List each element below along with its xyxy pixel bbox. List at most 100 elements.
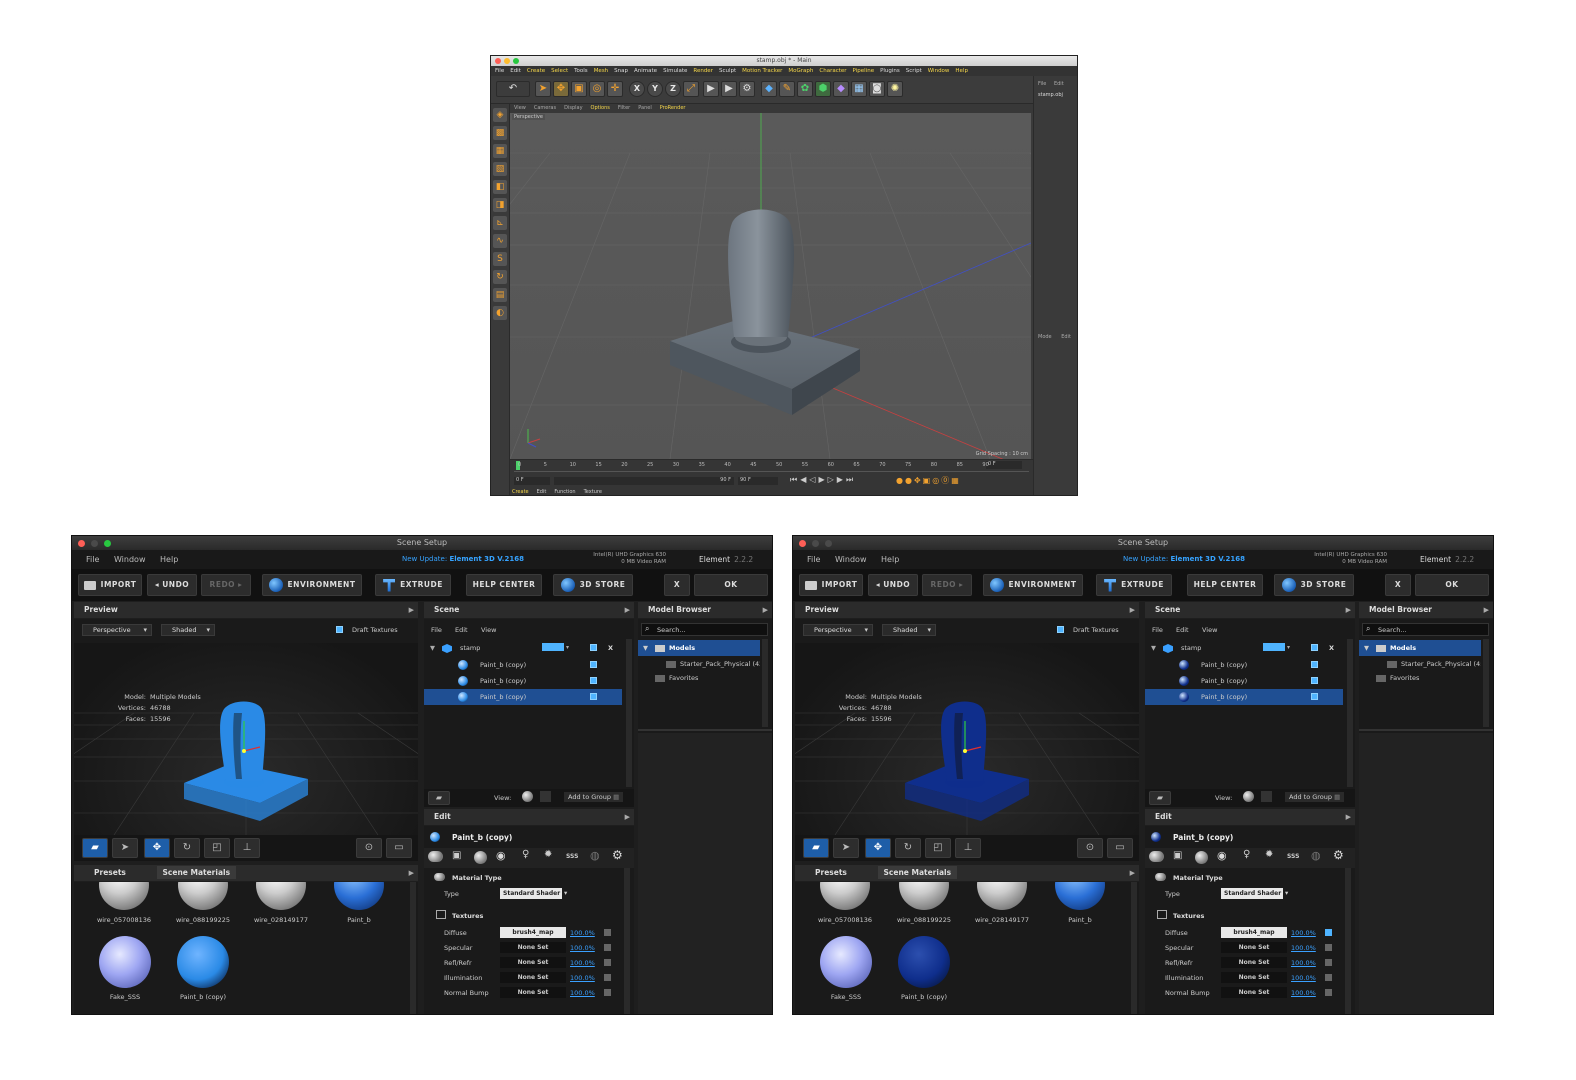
texture-slot[interactable]: None Set [500,987,566,998]
visibility-checkbox[interactable] [590,677,597,684]
favorites-folder[interactable]: Favorites [1359,670,1481,686]
menu-create[interactable]: Create [527,68,545,74]
scene-root-row[interactable]: ▼ stamp ▾ X [424,640,624,656]
scene-root-row[interactable]: ▼ stamp ▾ X [1145,640,1345,656]
visibility-checkbox[interactable] [1311,644,1318,651]
expand-arrow-icon[interactable]: ▼ [1364,640,1369,656]
texture-strength[interactable]: 100.0% [570,929,595,937]
folder-add-icon[interactable]: ▰ [1149,791,1171,805]
viewport-menu-cameras[interactable]: Cameras [534,105,556,111]
texture-strength[interactable]: 100.0% [1291,989,1316,997]
menu-animate[interactable]: Animate [634,68,657,74]
viewport-menu-options[interactable]: Options [591,105,610,111]
panel-arrow-icon[interactable]: ▶ [409,865,414,881]
edit-menu[interactable]: Edit [1054,81,1064,87]
browser-scrollbar[interactable] [1483,639,1489,727]
panel-arrow-icon[interactable]: ▶ [1484,602,1489,618]
render-view-icon[interactable]: ▶ [703,81,719,97]
material-wire1[interactable] [820,882,870,910]
visibility-checkbox[interactable] [590,661,597,668]
shading-dropdown[interactable]: Shaded [882,624,936,636]
menu-simulate[interactable]: Simulate [663,68,687,74]
search-input[interactable]: Search... [657,626,686,634]
close-dot[interactable] [78,540,85,547]
material-fake-sss[interactable] [99,936,151,988]
panel-arrow-icon[interactable]: ▶ [1130,865,1135,881]
type-dropdown[interactable]: Standard Shader [1221,888,1283,899]
extrude-button[interactable]: EXTRUDE [375,574,451,596]
scene-item-row-selected[interactable]: Paint_b (copy) [1145,689,1343,705]
tab-texture[interactable]: Texture [584,489,602,495]
texture-toggle[interactable] [604,989,611,996]
expand-arrow-icon[interactable]: ▼ [1151,640,1156,656]
type-dropdown-arrow-icon[interactable]: ▾ [564,889,567,897]
preview-viewport[interactable]: Model: Multiple Models Vertices: 46788 F… [74,643,418,835]
texture-slot[interactable]: None Set [1221,957,1287,968]
dropdown-arrow-icon[interactable]: ▾ [566,640,569,656]
minimize-dot[interactable] [504,58,510,64]
scene-item-row[interactable]: Paint_b (copy) [424,673,624,689]
sss-tab-icon[interactable]: SSS [566,853,578,860]
texture-slot[interactable]: None Set [1221,972,1287,983]
select-icon[interactable]: ➤ [535,81,551,97]
material-fake-sss[interactable] [820,936,872,988]
light-tab-icon[interactable]: ✹ [1265,849,1273,860]
visibility-checkbox[interactable] [1311,677,1318,684]
display-icon[interactable]: ▭ [1107,838,1133,858]
move-tool-icon[interactable]: ✥ [865,838,891,858]
playback-controls[interactable]: ⏮◀◁▶▷▶⏭ [790,475,856,485]
texture-toggle[interactable] [604,929,611,936]
rotate-icon[interactable]: ◎ [589,81,605,97]
dropdown-arrow-icon[interactable]: ▾ [1287,640,1290,656]
update-notice[interactable]: New Update: Element 3D V.2168 [402,550,524,569]
extrude-button[interactable]: EXTRUDE [1096,574,1172,596]
viewport-menu-panel[interactable]: Panel [638,105,652,111]
material-wire2[interactable] [178,882,228,910]
object-stamp[interactable]: stamp.obj [1038,92,1063,98]
menu-plugins[interactable]: Plugins [880,68,900,74]
remove-icon[interactable]: X [1329,640,1334,656]
texture-strength[interactable]: 100.0% [1291,959,1316,967]
axis-tool-icon[interactable]: ⊥ [234,838,260,858]
scene-menu-file[interactable]: File [431,626,442,634]
visibility-checkbox[interactable] [1311,661,1318,668]
scene-item-row-selected[interactable]: Paint_b (copy) [424,689,622,705]
help-center-button[interactable]: HELP CENTER [466,574,542,596]
texture-tab-icon[interactable]: ▣ [1173,850,1182,861]
presets-scrollbar[interactable] [410,882,416,1014]
move-icon[interactable]: ✥ [553,81,569,97]
cancel-button[interactable]: X [1385,574,1411,596]
coord-system-icon[interactable]: ⤢ [683,81,699,97]
environment-button[interactable]: ENVIRONMENT [983,574,1083,596]
cancel-button[interactable]: X [664,574,690,596]
camera-dropdown[interactable]: Perspective [803,624,873,636]
texture-toggle[interactable] [604,959,611,966]
group-swatch[interactable] [1263,643,1285,651]
c4d-timeline[interactable]: 0 F 90 F 90 F 0 F ⏮◀◁▶▷▶⏭ ●●✥▣◎⓪▦ Create… [510,459,1033,495]
panel-arrow-icon[interactable]: ▶ [1346,809,1351,825]
material-paint-b[interactable] [334,882,384,910]
material-tab-icon[interactable] [1149,851,1164,862]
menu-script[interactable]: Script [906,68,922,74]
minimize-dot[interactable] [91,540,98,547]
texture-slot[interactable]: None Set [500,942,566,953]
points-mode-icon[interactable]: ▧ [493,162,507,176]
scene-scrollbar[interactable] [1347,639,1353,787]
visibility-checkbox[interactable] [590,693,597,700]
texture-toggle[interactable] [1325,959,1332,966]
help-center-button[interactable]: HELP CENTER [1187,574,1263,596]
menu-file[interactable]: File [86,555,99,564]
target-icon[interactable]: ⊙ [1077,838,1103,858]
keyframe-controls[interactable]: ●●✥▣◎⓪▦ [896,475,961,486]
select-mode-icon[interactable]: ◈ [493,108,507,122]
texture-tab-icon[interactable]: ▣ [452,850,461,861]
redo-button[interactable]: REDO ▸ [201,574,251,596]
axis-mode-icon[interactable]: ⊾ [493,216,507,230]
gear-icon[interactable]: ⚙ [1333,848,1344,862]
expand-arrow-icon[interactable]: ▼ [430,640,435,656]
z-axis-icon[interactable]: Z [665,81,681,97]
frame-start-field[interactable]: 0 F [514,477,550,485]
camera-icon[interactable]: ◙ [869,81,885,97]
menu-render[interactable]: Render [693,68,713,74]
edges-mode-icon[interactable]: ◧ [493,180,507,194]
